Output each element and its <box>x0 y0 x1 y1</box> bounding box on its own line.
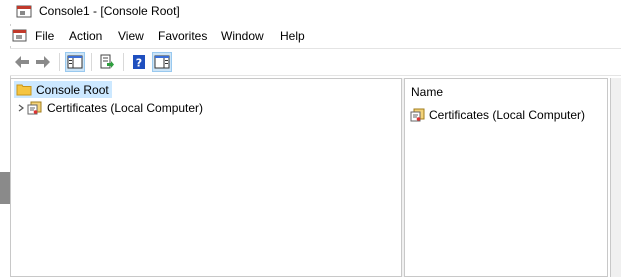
forward-arrow-icon <box>36 56 50 68</box>
background-window-grey-block <box>0 172 10 204</box>
toolbar-separator <box>91 53 92 71</box>
back-button[interactable] <box>12 52 32 72</box>
console-document-icon[interactable] <box>12 28 28 44</box>
menu-action[interactable]: Action <box>67 29 104 43</box>
help-button[interactable]: ? <box>129 52 149 72</box>
tree-item-certificates[interactable]: Certificates (Local Computer) <box>15 99 203 116</box>
window-title: Console1 - [Console Root] <box>39 4 180 18</box>
toolbar-separator <box>123 53 124 71</box>
menu-help[interactable]: Help <box>278 29 307 43</box>
menu-file[interactable]: File <box>33 29 56 43</box>
show-hide-console-tree-icon <box>67 55 83 69</box>
menu-bar: File Action View Favorites Window Help <box>10 26 621 46</box>
title-bar: Console1 - [Console Root] <box>10 0 621 24</box>
menu-view[interactable]: View <box>116 29 146 43</box>
console-tree-pane[interactable]: Console Root Certificates (Local Compute… <box>10 78 402 277</box>
menu-window[interactable]: Window <box>219 29 266 43</box>
tree-item-label: Console Root <box>36 82 109 97</box>
folder-icon <box>16 84 32 96</box>
tree-item-label: Certificates (Local Computer) <box>47 100 204 115</box>
certificates-snapin-icon <box>27 101 42 114</box>
forward-button[interactable] <box>33 52 53 72</box>
actions-pane[interactable] <box>610 78 621 277</box>
results-list-pane[interactable]: Name Certificates (Local Computer) <box>404 78 608 277</box>
list-item-label: Certificates (Local Computer) <box>429 107 586 122</box>
toolbar: ? <box>10 48 621 76</box>
export-list-button[interactable] <box>97 52 117 72</box>
help-icon: ? <box>133 55 145 70</box>
toolbar-separator <box>59 53 60 71</box>
list-item[interactable]: Certificates (Local Computer) <box>410 106 585 123</box>
tree-item-console-root[interactable]: Console Root <box>14 81 112 98</box>
back-arrow-icon <box>15 56 29 68</box>
export-list-icon <box>100 54 114 69</box>
show-hide-console-tree-button[interactable] <box>65 52 85 72</box>
show-hide-action-pane-icon <box>154 55 170 69</box>
menu-favorites[interactable]: Favorites <box>156 29 209 43</box>
column-header-name[interactable]: Name <box>411 85 443 99</box>
mmc-app-icon <box>16 3 32 19</box>
certificates-snapin-icon <box>410 108 425 121</box>
svg-text:?: ? <box>136 57 142 70</box>
expand-chevron-icon[interactable] <box>15 102 27 114</box>
show-hide-action-pane-button[interactable] <box>152 52 172 72</box>
